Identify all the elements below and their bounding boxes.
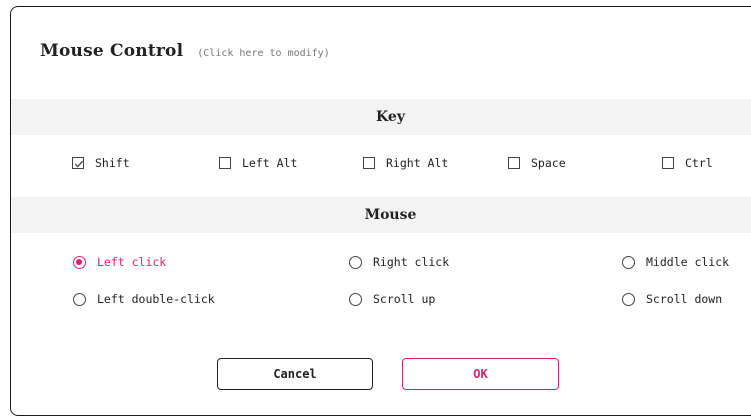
radio-label-scroll-up: Scroll up [373, 292, 436, 306]
dialog-title-row: Mouse Control (Click here to modify) [40, 41, 330, 61]
radio-label-scroll-down: Scroll down [646, 292, 723, 306]
radio-scroll-down[interactable]: Scroll down [622, 292, 722, 306]
radio-circle[interactable] [622, 255, 635, 269]
radio-circle[interactable] [349, 292, 362, 306]
checkbox-box[interactable] [363, 157, 375, 169]
checkbox-label-space: Space [531, 156, 566, 170]
checkbox-box[interactable] [219, 157, 231, 169]
radio-label-left-double-click: Left double-click [97, 292, 215, 306]
checkbox-left-alt[interactable]: Left Alt [219, 156, 297, 170]
radio-scroll-up[interactable]: Scroll up [349, 292, 435, 306]
ok-button[interactable]: OK [402, 358, 559, 390]
modify-hint-link[interactable]: (Click here to modify) [197, 48, 329, 59]
dialog-title: Mouse Control [40, 41, 184, 61]
key-section-title: Key [376, 109, 405, 125]
mouse-section-header: Mouse [11, 197, 751, 233]
checkbox-box-checked[interactable] [72, 157, 84, 169]
radio-circle[interactable] [622, 292, 635, 306]
checkbox-label-ctrl: Ctrl [685, 156, 713, 170]
checkbox-shift[interactable]: Shift [72, 156, 130, 170]
radio-circle[interactable] [349, 255, 362, 269]
checkbox-right-alt[interactable]: Right Alt [363, 156, 448, 170]
cancel-button[interactable]: Cancel [217, 358, 373, 390]
checkbox-label-left-alt: Left Alt [242, 156, 298, 170]
radio-right-click[interactable]: Right click [349, 255, 449, 269]
radio-label-middle-click: Middle click [646, 255, 730, 269]
check-icon [74, 160, 84, 168]
checkbox-box[interactable] [508, 157, 520, 169]
radio-label-right-click: Right click [373, 255, 450, 269]
checkbox-label-shift: Shift [95, 156, 130, 170]
mouse-section-title: Mouse [364, 207, 417, 223]
radio-circle-selected[interactable] [73, 255, 86, 269]
checkbox-space[interactable]: Space [508, 156, 566, 170]
radio-left-double-click[interactable]: Left double-click [73, 292, 215, 306]
radio-left-click[interactable]: Left click [73, 255, 166, 269]
checkbox-label-right-alt: Right Alt [386, 156, 449, 170]
checkbox-box[interactable] [662, 157, 674, 169]
radio-label-left-click: Left click [97, 255, 167, 269]
checkbox-ctrl[interactable]: Ctrl [662, 156, 713, 170]
radio-middle-click[interactable]: Middle click [622, 255, 729, 269]
radio-circle[interactable] [73, 292, 86, 306]
key-section-header: Key [11, 99, 751, 135]
radio-dot-icon [76, 258, 83, 265]
mouse-control-dialog: Mouse Control (Click here to modify) Key… [10, 6, 751, 416]
